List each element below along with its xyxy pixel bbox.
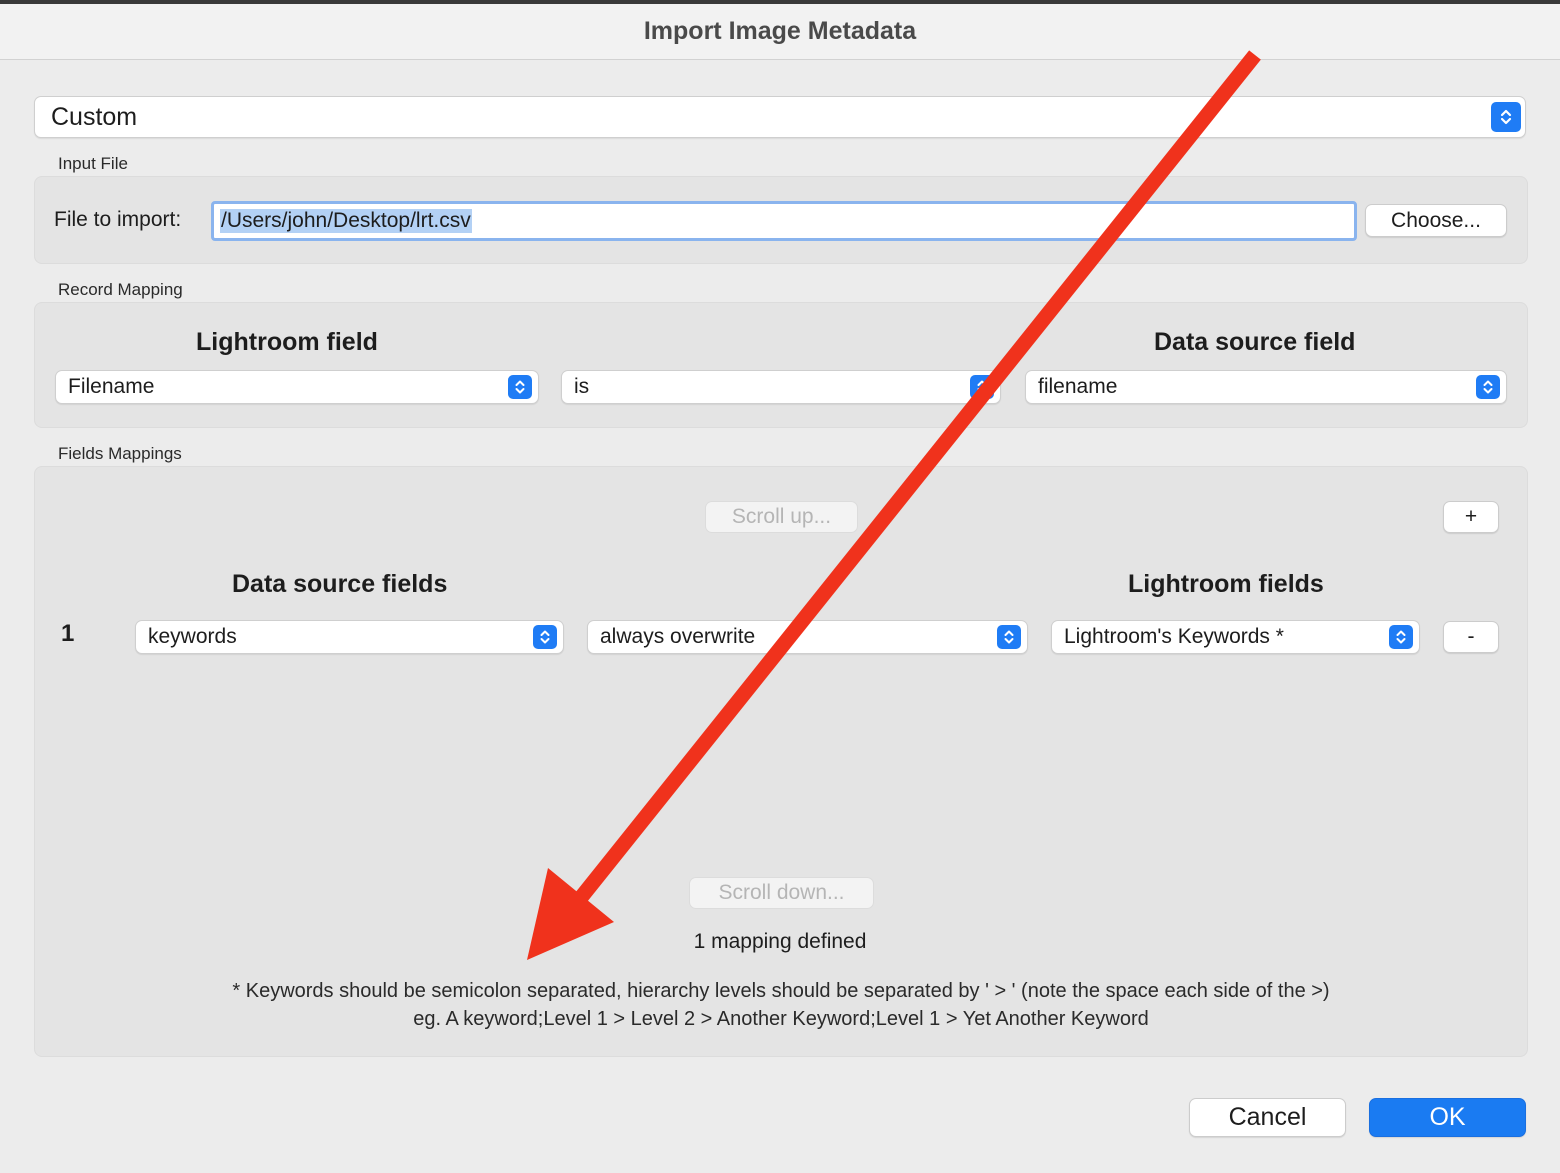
fields-mappings-section-label: Fields Mappings [58, 444, 182, 463]
mapping-row-index: 1 [61, 620, 75, 647]
lightroom-field-popup[interactable]: Filename [55, 370, 539, 404]
mapping-count-text: 1 mapping defined [693, 930, 867, 953]
preset-value: Custom [51, 102, 138, 131]
data-source-fields-heading: Data source fields [232, 570, 448, 598]
match-operator-value: is [574, 375, 590, 398]
record-mapping-section-label: Record Mapping [58, 280, 183, 299]
lightroom-field-heading: Lightroom field [196, 328, 378, 356]
data-source-field-popup[interactable]: filename [1025, 370, 1507, 404]
updown-stepper-icon [533, 625, 557, 649]
preset-popup[interactable]: Custom [34, 96, 1526, 138]
mapping-mode-value: always overwrite [600, 625, 756, 648]
mapping-mode-popup[interactable]: always overwrite [587, 620, 1028, 654]
keywords-note-line-2: eg. A keyword;Level 1 > Level 2 > Anothe… [413, 1008, 1149, 1030]
data-source-field-value: filename [1038, 375, 1118, 398]
updown-stepper-icon [1491, 102, 1521, 132]
mapping-data-source-popup[interactable]: keywords [135, 620, 564, 654]
file-path-input[interactable]: /Users/john/Desktop/lrt.csv [211, 201, 1357, 241]
fields-mappings-panel [34, 466, 1528, 1057]
cancel-button[interactable]: Cancel [1189, 1098, 1346, 1137]
mapping-lightroom-field-popup[interactable]: Lightroom's Keywords * [1051, 620, 1420, 654]
updown-stepper-icon [508, 375, 532, 399]
record-mapping-panel [34, 302, 1528, 428]
updown-stepper-icon [1476, 375, 1500, 399]
file-to-import-label: File to import: [54, 208, 182, 231]
ok-button[interactable]: OK [1369, 1098, 1526, 1137]
mapping-data-source-value: keywords [148, 625, 237, 648]
lightroom-field-value: Filename [68, 375, 155, 398]
dialog-title: Import Image Metadata [0, 4, 1560, 60]
data-source-field-heading: Data source field [1154, 328, 1356, 356]
add-mapping-button[interactable]: + [1443, 501, 1499, 533]
input-file-section-label: Input File [58, 154, 128, 173]
lightroom-fields-heading: Lightroom fields [1128, 570, 1324, 598]
updown-stepper-icon [970, 375, 994, 399]
choose-button[interactable]: Choose... [1365, 204, 1507, 237]
scroll-up-button[interactable]: Scroll up... [705, 501, 858, 533]
match-operator-popup[interactable]: is [561, 370, 1001, 404]
updown-stepper-icon [997, 625, 1021, 649]
scroll-down-button[interactable]: Scroll down... [689, 877, 874, 909]
file-path-value: /Users/john/Desktop/lrt.csv [220, 209, 472, 233]
updown-stepper-icon [1389, 625, 1413, 649]
remove-mapping-button[interactable]: - [1443, 621, 1499, 653]
mapping-lightroom-field-value: Lightroom's Keywords * [1064, 625, 1284, 648]
keywords-note-line-1: * Keywords should be semicolon separated… [232, 980, 1330, 1002]
